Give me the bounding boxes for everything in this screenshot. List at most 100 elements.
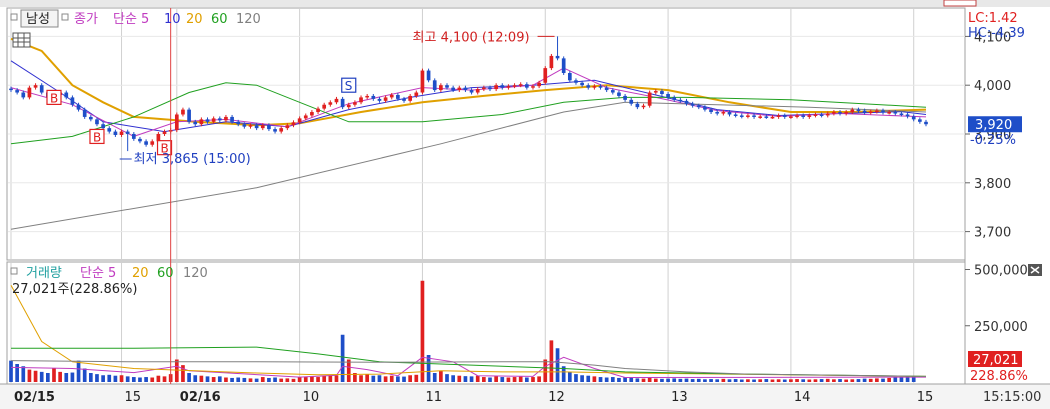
candle-body <box>150 141 155 145</box>
legend-item-vol-ma120[interactable]: 120 <box>183 266 208 281</box>
x-tick-label: 15 <box>125 390 142 405</box>
candle-body <box>617 92 621 96</box>
volume-bar <box>813 379 818 382</box>
candle-body <box>647 92 652 106</box>
low-annotation-text: 최저 3,865 (15:00) <box>134 152 251 167</box>
candle-body <box>365 95 370 98</box>
candle-body <box>862 110 867 113</box>
legend-item-ma10[interactable]: 10 <box>164 12 181 27</box>
candle-body <box>64 92 69 98</box>
candle-body <box>703 107 707 110</box>
candle-body <box>733 114 738 116</box>
legend-item-vol-ma60[interactable]: 60 <box>157 266 174 281</box>
volume-bar <box>408 375 413 382</box>
candle-body <box>868 111 873 114</box>
candle-body <box>144 141 148 145</box>
candle-body <box>856 109 861 112</box>
volume-bar <box>623 377 627 382</box>
candle-body <box>414 92 419 96</box>
candle-body <box>242 124 247 127</box>
volume-bar <box>733 379 738 382</box>
candle-body <box>138 138 142 142</box>
table-grid-icon[interactable] <box>12 32 31 48</box>
candle-body <box>758 116 763 118</box>
candle-body <box>875 110 879 113</box>
volume-bar <box>101 375 105 382</box>
candle-body <box>709 109 713 113</box>
candle-body <box>813 114 818 116</box>
current-volume-pct-label: 228.86% <box>970 369 1028 384</box>
candle-body <box>696 105 701 108</box>
volume-bar <box>531 377 535 382</box>
candle-body <box>408 95 413 101</box>
candle-body <box>371 95 376 99</box>
candle-body <box>567 73 572 81</box>
candle-body <box>236 121 241 125</box>
legend-toggle-icon[interactable] <box>10 267 18 275</box>
volume-bar <box>893 377 898 382</box>
volume-bar <box>647 377 652 382</box>
candle-body <box>678 99 683 102</box>
volume-bar <box>199 375 204 382</box>
volume-bar <box>475 375 480 382</box>
volume-bar <box>15 364 19 382</box>
x-tick-label: 10 <box>303 390 320 405</box>
candle-body <box>322 104 327 109</box>
volume-bar <box>715 379 720 382</box>
candle-body <box>770 116 775 119</box>
volume-bar <box>494 376 498 382</box>
candle-body <box>457 87 462 91</box>
candle-body <box>187 109 191 122</box>
volume-bar <box>273 377 277 382</box>
volume-bar <box>359 375 363 382</box>
volume-bar <box>598 377 603 382</box>
candle-body <box>561 58 566 73</box>
legend-item-vol-ma5[interactable]: 단순 5 <box>80 266 116 281</box>
candle-body <box>205 119 210 122</box>
legend-item-close[interactable]: 종가 <box>74 12 98 27</box>
trade-marker-label: S <box>345 79 353 93</box>
candle-body <box>537 82 541 87</box>
candle-body <box>199 119 204 125</box>
volume-bar <box>27 369 32 382</box>
legend-toggle-icon[interactable] <box>10 13 18 21</box>
legend-item-vol-ma20[interactable]: 20 <box>132 266 149 281</box>
volume-bar <box>801 379 806 382</box>
top-right-tab <box>943 0 977 7</box>
candle-body <box>463 87 468 91</box>
volume-bar <box>537 376 541 382</box>
candle-body <box>739 115 744 117</box>
volume-bar <box>248 378 253 382</box>
candle-body <box>905 114 910 117</box>
candle-body <box>819 114 824 116</box>
stock-chart[interactable]: BBBS 최고 4,100 (12:09) 최저 3,865 (15:00) 남… <box>0 0 1050 409</box>
volume-bar <box>156 375 161 382</box>
volume-bar <box>297 377 302 382</box>
x-tick-label: 02/16 <box>180 390 221 405</box>
volume-bar <box>850 379 855 382</box>
volume-bar <box>641 378 646 382</box>
candle-body <box>782 115 787 117</box>
legend-item-ma60[interactable]: 60 <box>211 12 228 27</box>
candle-body <box>88 116 93 120</box>
candle-body <box>592 86 597 88</box>
legend-item-ma120[interactable]: 120 <box>236 12 261 27</box>
candle-body <box>746 115 750 117</box>
candle-body <box>623 95 627 100</box>
legend-toggle-icon[interactable] <box>61 13 69 21</box>
legend-item-volume[interactable]: 거래량 <box>26 266 62 281</box>
legend-item-ma5[interactable]: 단순 5 <box>113 12 149 27</box>
symbol-name: 남성 <box>26 12 50 27</box>
volume-bar <box>334 375 339 382</box>
volume-bar <box>518 376 523 382</box>
volume-bar <box>138 377 142 382</box>
legend-item-ma20[interactable]: 20 <box>186 12 203 27</box>
x-tick-label: 15 <box>917 390 934 405</box>
candle-body <box>15 90 19 93</box>
x-tick-label: 13 <box>671 390 688 405</box>
volume-bar <box>402 376 406 382</box>
candle-body <box>9 88 13 91</box>
candle-body <box>33 85 38 88</box>
volume-bar <box>21 366 26 382</box>
volume-bar <box>131 377 136 382</box>
